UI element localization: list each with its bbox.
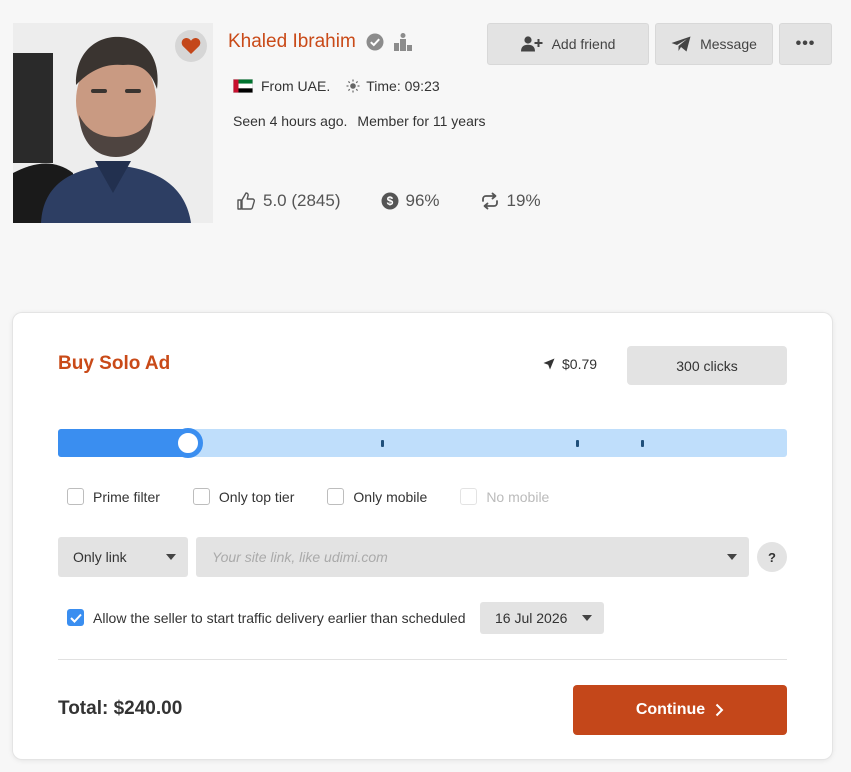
more-icon: •••	[795, 35, 816, 52]
link-type-value: Only link	[73, 549, 127, 565]
order-total: Total: $240.00	[58, 698, 183, 719]
price-per-click: $0.79	[543, 356, 597, 372]
option-label: No mobile	[486, 488, 550, 505]
clicks-slider[interactable]	[58, 428, 787, 458]
sun-icon	[346, 79, 360, 93]
verified-badge-icon	[366, 33, 384, 51]
ranking-podium-icon	[393, 33, 412, 51]
repeat-icon	[481, 192, 498, 210]
seller-name[interactable]: Khaled Ibrahim	[228, 31, 356, 53]
date-value: 16 Jul 2026	[495, 610, 568, 626]
help-button[interactable]: ?	[757, 542, 787, 572]
favorite-button[interactable]	[175, 30, 207, 62]
only-mobile-checkbox[interactable]: Only mobile	[327, 488, 427, 505]
link-type-select[interactable]: Only link	[58, 537, 188, 577]
add-user-icon	[520, 36, 543, 52]
clicks-count-button[interactable]: 300 clicks	[627, 346, 787, 385]
traffic-filter-options: Prime filter Only top tier Only mobile N…	[67, 488, 549, 505]
location-text: From UAE.	[261, 78, 331, 94]
slider-tick	[640, 440, 644, 447]
slider-fill	[58, 429, 188, 457]
buy-solo-ad-card: Buy Solo Ad $0.79 300 clicks Prime filte…	[13, 313, 832, 759]
message-label: Message	[700, 36, 757, 52]
slider-handle[interactable]	[172, 428, 203, 458]
chevron-down-icon	[166, 554, 176, 560]
check-icon	[69, 613, 82, 623]
site-link-field[interactable]	[196, 537, 749, 577]
checkbox-box[interactable]	[327, 488, 345, 505]
activity-row: Seen 4 hours ago. Member for 11 years	[233, 113, 486, 129]
allow-early-delivery-checkbox[interactable]: Allow the seller to start traffic delive…	[67, 609, 465, 626]
dollar-circle-icon: $	[381, 192, 398, 210]
rating-stat[interactable]: 5.0 (2845)	[236, 191, 341, 211]
local-time-text: Time: 09:23	[366, 78, 440, 94]
sales-stat[interactable]: $ 96%	[381, 191, 440, 211]
member-since-text: Member for 11 years	[357, 113, 486, 129]
only-top-tier-checkbox[interactable]: Only top tier	[192, 488, 295, 505]
chevron-down-icon	[582, 615, 592, 621]
slider-tick	[381, 440, 385, 447]
uae-flag-icon	[233, 79, 253, 93]
seller-stats: 5.0 (2845) $ 96% 19%	[236, 191, 541, 211]
continue-button[interactable]: Continue	[573, 685, 787, 735]
site-link-input[interactable]	[212, 549, 727, 565]
more-options-button[interactable]: •••	[779, 23, 832, 65]
seller-name-row: Khaled Ibrahim	[228, 31, 412, 53]
last-seen-text: Seen 4 hours ago.	[233, 113, 348, 129]
start-date-select[interactable]: 16 Jul 2026	[480, 602, 604, 634]
checkbox-box	[460, 488, 478, 505]
thumbs-up-icon	[237, 192, 255, 210]
clicks-label: 300 clicks	[676, 357, 738, 374]
option-label: Only top tier	[218, 488, 295, 505]
svg-text:$: $	[386, 194, 393, 208]
checkbox-checked[interactable]	[67, 609, 84, 626]
paper-plane-icon	[671, 36, 691, 52]
price-value: $0.79	[562, 356, 598, 372]
no-mobile-checkbox: No mobile	[460, 488, 549, 505]
option-label: Prime filter	[93, 488, 160, 505]
repeat-percent-value: 19%	[506, 191, 541, 210]
add-friend-button[interactable]: Add friend	[487, 23, 649, 65]
card-title: Buy Solo Ad	[58, 353, 171, 374]
chevron-down-icon[interactable]	[727, 554, 737, 560]
divider	[58, 659, 787, 660]
continue-label: Continue	[635, 701, 706, 718]
message-button[interactable]: Message	[655, 23, 773, 65]
slider-tick	[576, 440, 580, 447]
option-label: Only mobile	[353, 488, 428, 505]
heart-icon	[181, 38, 201, 54]
chevron-right-icon	[715, 703, 724, 717]
repeat-stat[interactable]: 19%	[480, 191, 541, 211]
cursor-arrow-icon	[543, 358, 555, 370]
add-friend-label: Add friend	[551, 36, 616, 52]
sales-percent-value: 96%	[405, 191, 440, 210]
checkbox-box[interactable]	[192, 488, 210, 505]
allow-early-label: Allow the seller to start traffic delive…	[93, 609, 466, 626]
rating-value: 5.0 (2845)	[263, 191, 341, 210]
location-time-row: From UAE. Time: 09:23	[233, 78, 440, 94]
prime-filter-checkbox[interactable]: Prime filter	[67, 488, 160, 505]
checkbox-box[interactable]	[67, 488, 84, 505]
